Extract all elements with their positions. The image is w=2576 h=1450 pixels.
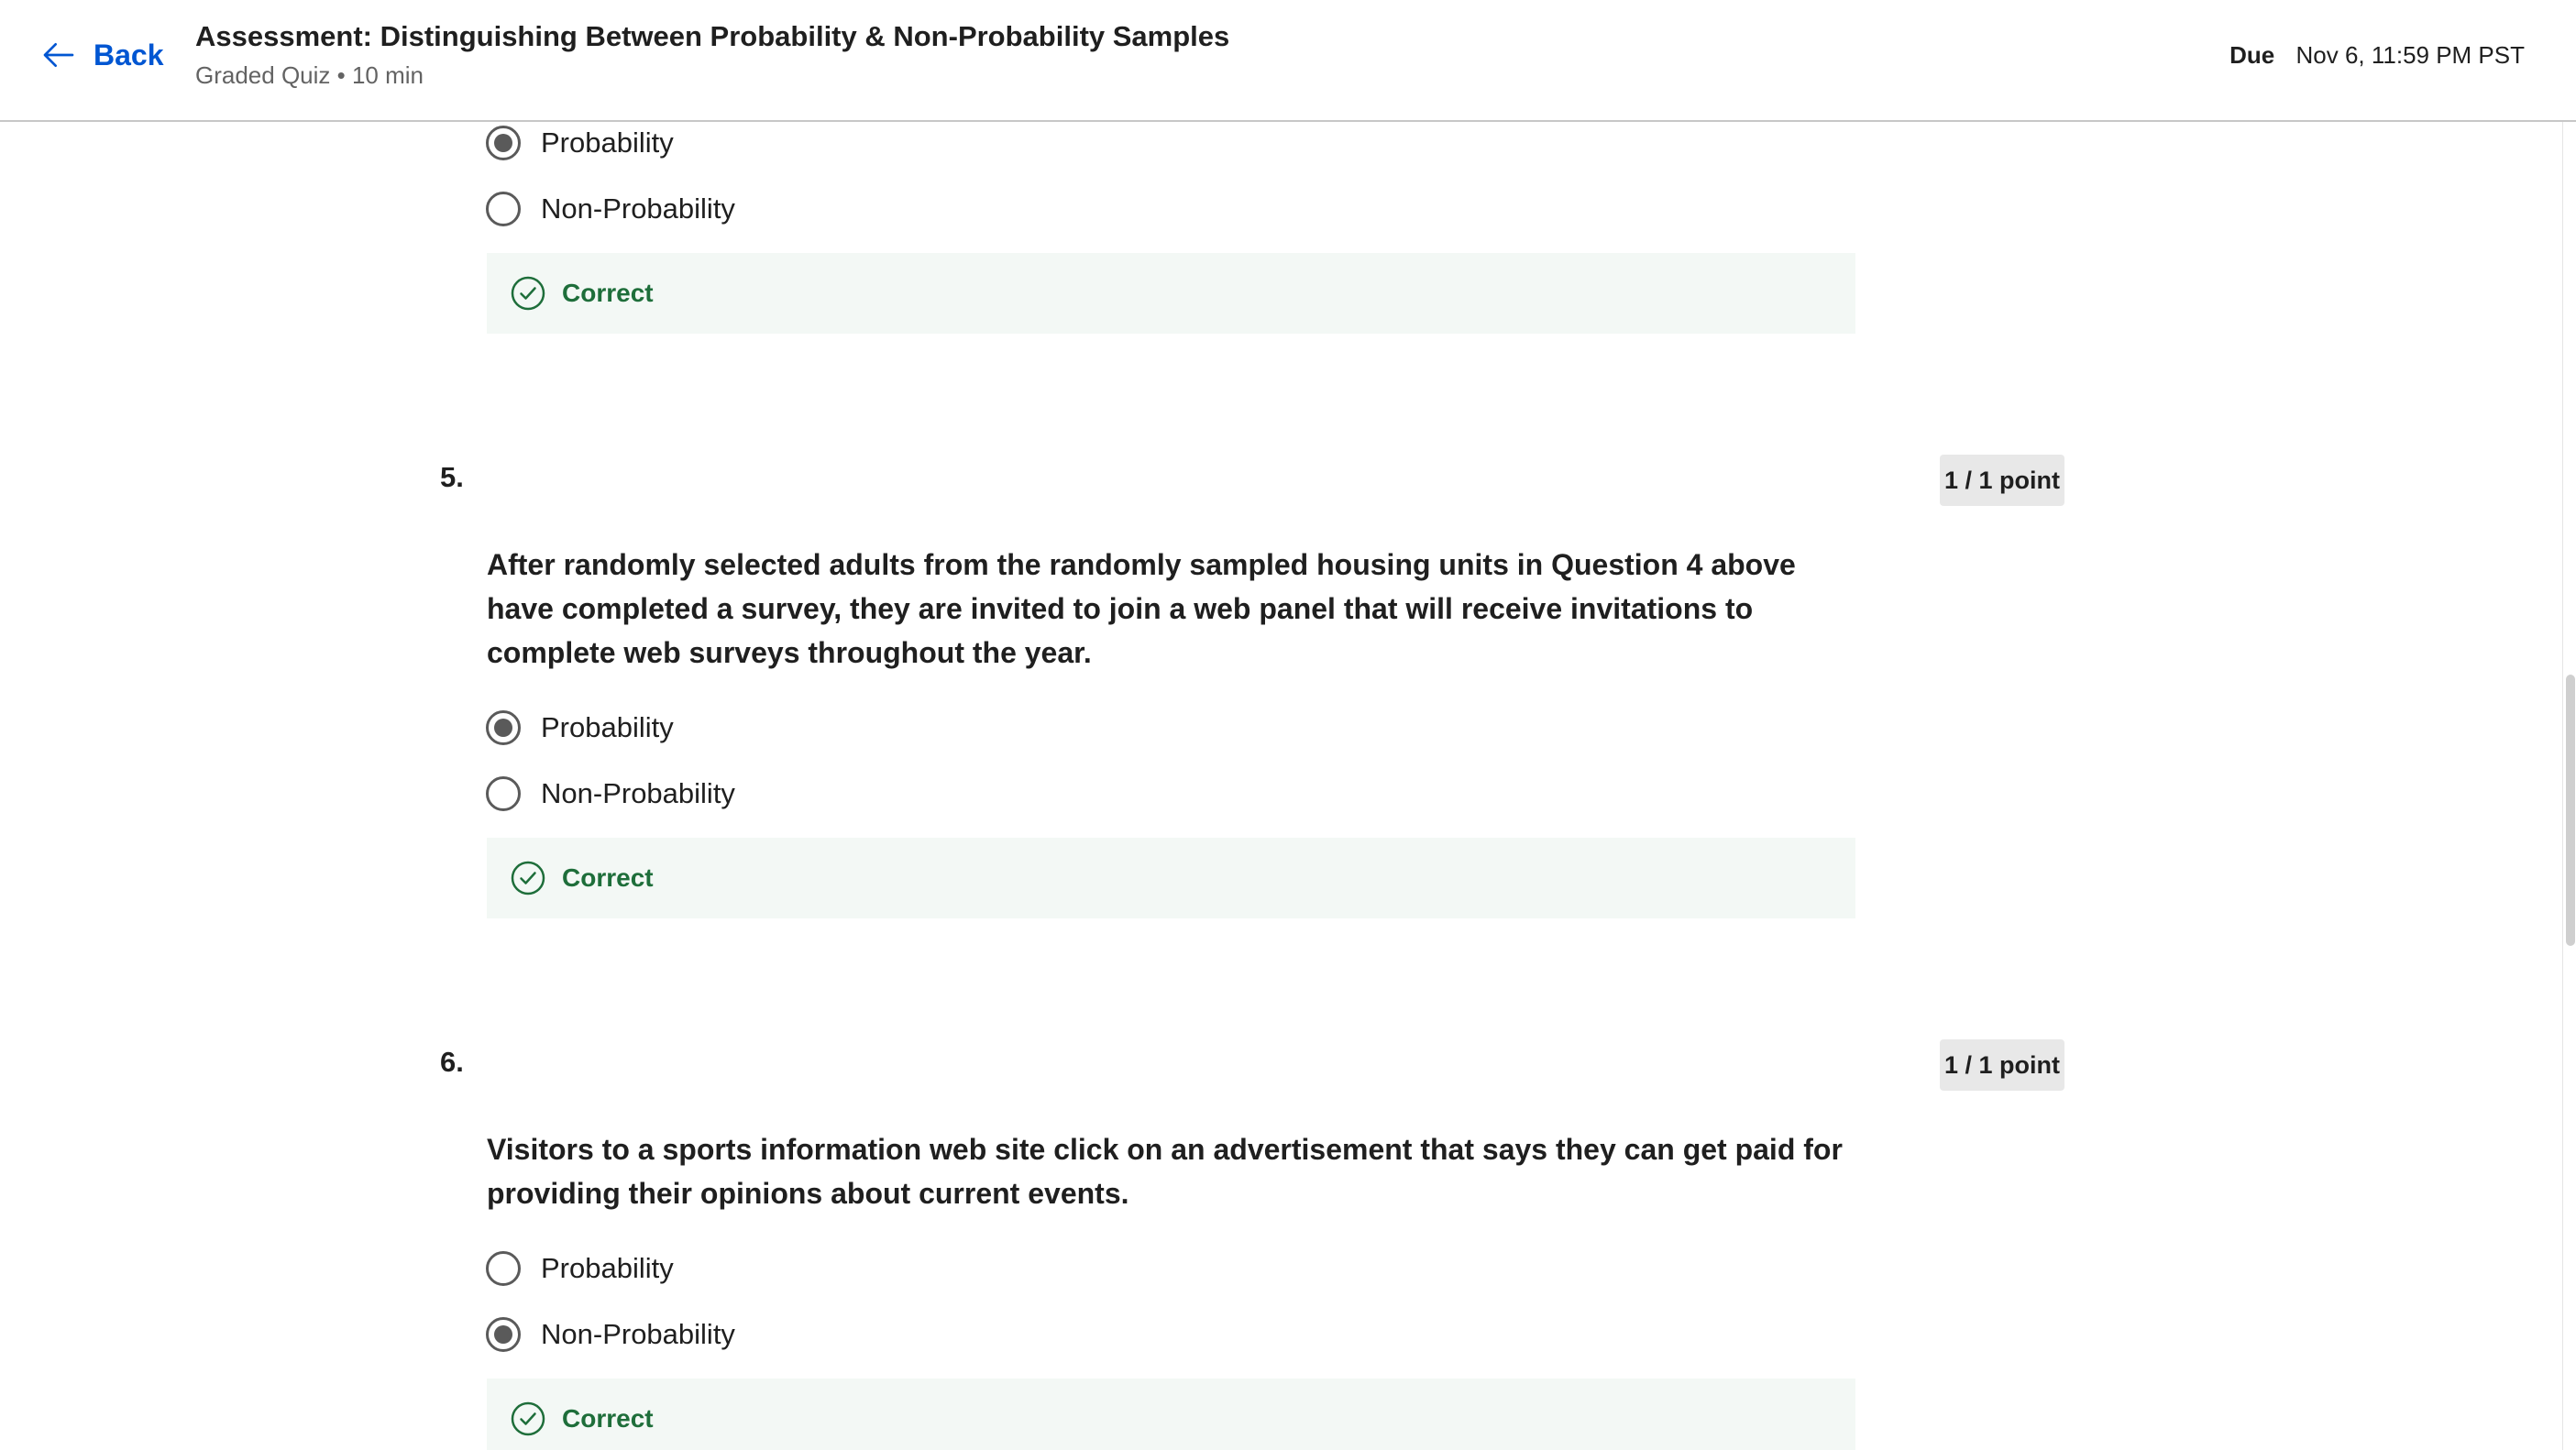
q6-number: 6. — [440, 1046, 464, 1078]
radio-unselected-icon[interactable] — [486, 192, 521, 226]
check-circle-icon — [511, 861, 545, 895]
top-header: Back Assessment: Distinguishing Between … — [0, 0, 2576, 122]
q6-feedback: Correct — [487, 1379, 1855, 1450]
q5-points-badge: 1 / 1 point — [1940, 455, 2064, 506]
page-title: Assessment: Distinguishing Between Proba… — [195, 20, 1230, 52]
q5-question-text: After randomly selected adults from the … — [487, 548, 1796, 669]
option-label: Non-Probability — [541, 1318, 735, 1350]
due-value: Nov 6, 11:59 PM PST — [2295, 41, 2525, 69]
back-label: Back — [94, 38, 164, 71]
option-label: Non-Probability — [541, 777, 735, 809]
q6-points-badge: 1 / 1 point — [1940, 1039, 2064, 1091]
quiz-meta: Graded Quiz • 10 min — [195, 61, 424, 89]
q4-option-non-probability[interactable]: Non-Probability — [486, 188, 735, 230]
q6-option-non-probability[interactable]: Non-Probability — [486, 1313, 735, 1356]
radio-selected-icon[interactable] — [486, 126, 521, 160]
option-label: Probability — [541, 126, 674, 159]
radio-selected-icon[interactable] — [486, 710, 521, 745]
radio-unselected-icon[interactable] — [486, 1251, 521, 1286]
quiz-content: Probability Non-Probability Correct 5. 1… — [0, 0, 2558, 1450]
option-label: Probability — [541, 1252, 674, 1284]
q4-option-probability[interactable]: Probability — [486, 122, 674, 164]
q5-feedback: Correct — [487, 838, 1855, 918]
option-label: Probability — [541, 711, 674, 743]
due-date: Due Nov 6, 11:59 PM PST — [2229, 35, 2525, 75]
check-circle-icon — [511, 1401, 545, 1436]
q5-option-non-probability[interactable]: Non-Probability — [486, 773, 735, 815]
radio-selected-icon[interactable] — [486, 1317, 521, 1352]
radio-unselected-icon[interactable] — [486, 776, 521, 811]
q4-feedback: Correct — [487, 253, 1855, 334]
q5-number: 5. — [440, 461, 464, 493]
check-circle-icon — [511, 276, 545, 311]
q6-question-text: Visitors to a sports information web sit… — [487, 1133, 1843, 1210]
back-button[interactable]: Back — [40, 33, 164, 77]
arrow-left-icon — [43, 43, 74, 67]
due-label: Due — [2229, 41, 2275, 69]
quiz-page: Back Assessment: Distinguishing Between … — [0, 0, 2576, 1450]
q6-option-probability[interactable]: Probability — [486, 1247, 674, 1290]
q5-option-probability[interactable]: Probability — [486, 707, 674, 749]
title-block: Assessment: Distinguishing Between Proba… — [195, 16, 1229, 93]
scrollbar-thumb[interactable] — [2566, 675, 2575, 946]
feedback-label: Correct — [562, 279, 654, 307]
feedback-label: Correct — [562, 1404, 654, 1433]
feedback-label: Correct — [562, 863, 654, 892]
option-label: Non-Probability — [541, 192, 735, 225]
